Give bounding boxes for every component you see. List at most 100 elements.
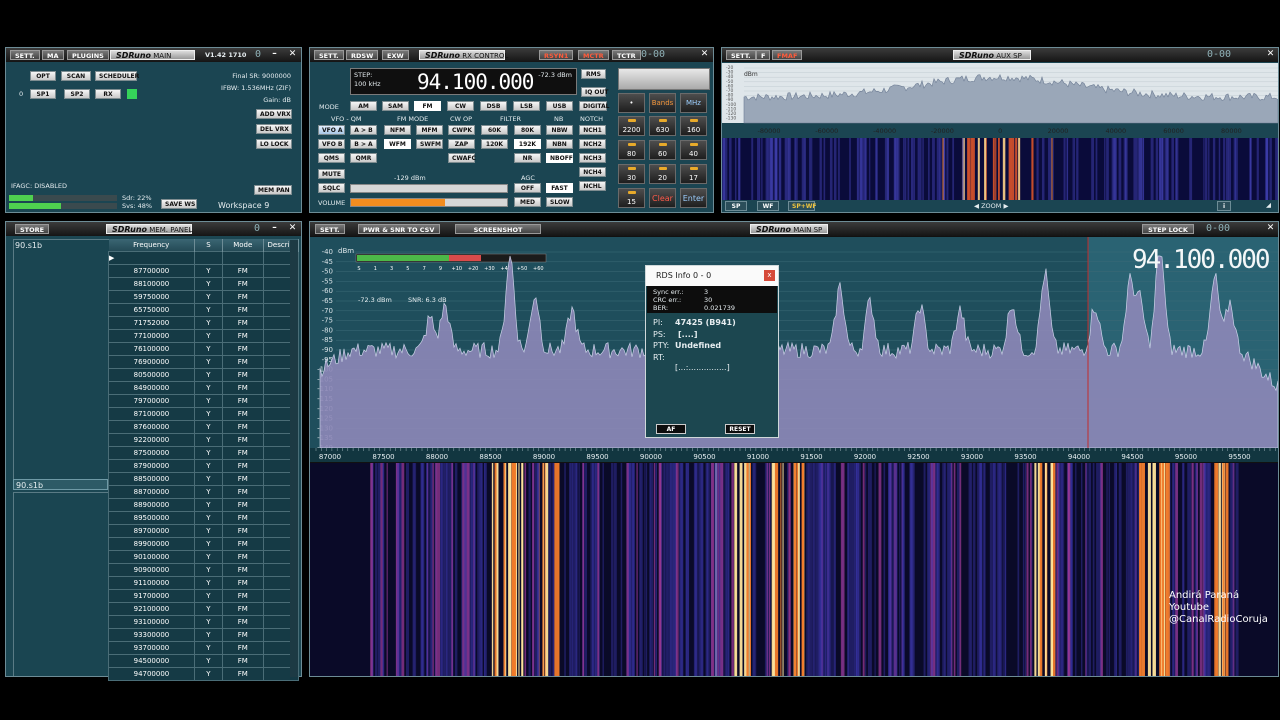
cell-s[interactable]: Y — [193, 303, 223, 317]
band-15-key[interactable]: 15 — [618, 188, 645, 208]
b-to-a-button[interactable]: B > A — [350, 139, 377, 149]
cell-s[interactable]: Y — [193, 537, 223, 551]
mute-button[interactable]: MUTE — [318, 169, 345, 179]
step-lock-button[interactable]: STEP LOCK — [1142, 224, 1194, 234]
table-row[interactable]: 79700000 Y FM — [108, 394, 300, 408]
cell-mode[interactable]: FM — [221, 641, 264, 655]
cell-s[interactable]: Y — [193, 498, 223, 512]
frequency-display[interactable]: STEP: 100 kHz 94.100.000 -72.3 dBm — [350, 68, 577, 95]
cell-mode[interactable]: FM — [221, 498, 264, 512]
plugins-button[interactable]: PLUGINS — [67, 50, 109, 60]
cell-frequency[interactable]: 93300000 — [108, 628, 195, 642]
cell-mode[interactable]: FM — [221, 264, 264, 278]
cell-s[interactable]: Y — [193, 381, 223, 395]
cell-mode[interactable]: FM — [221, 589, 264, 603]
cell-s[interactable]: Y — [193, 264, 223, 278]
mode-lsb-button[interactable]: LSB — [513, 101, 540, 111]
bank-list-item-selected[interactable]: 90.s1b — [13, 479, 108, 490]
mfm-button[interactable]: MFM — [416, 125, 443, 135]
cell-frequency[interactable]: 89900000 — [108, 537, 195, 551]
scan-button[interactable]: SCAN — [61, 71, 91, 81]
band-2200-key[interactable]: 2200 — [618, 116, 645, 136]
cell-mode[interactable]: FM — [221, 355, 264, 369]
band-160-key[interactable]: 160 — [680, 116, 707, 136]
scheduler-button[interactable]: SCHEDULER — [95, 71, 139, 81]
cell-s[interactable]: Y — [193, 342, 223, 356]
cell-s[interactable]: Y — [193, 407, 223, 421]
cell-mode[interactable]: FM — [221, 602, 264, 616]
table-row[interactable]: 87500000 Y FM — [108, 446, 300, 460]
cell-s[interactable]: Y — [193, 355, 223, 369]
table-row[interactable]: 65750000 Y FM — [108, 303, 300, 317]
mode-dsb-button[interactable]: DSB — [480, 101, 507, 111]
cell-frequency[interactable]: 94500000 — [108, 654, 195, 668]
cell-frequency[interactable]: 77100000 — [108, 329, 195, 343]
filter-60k-button[interactable]: 60K — [481, 125, 508, 135]
zap-button[interactable]: ZAP — [448, 139, 475, 149]
sett-button[interactable]: SETT. — [10, 50, 40, 60]
cell-mode[interactable]: FM — [221, 303, 264, 317]
cell-frequency[interactable]: 93100000 — [108, 615, 195, 629]
cell-s[interactable]: Y — [193, 277, 223, 291]
cell-s[interactable]: Y — [193, 329, 223, 343]
bank-list-item[interactable]: 90.s1b — [15, 241, 42, 250]
cell-s[interactable]: Y — [193, 641, 223, 655]
nboff-button[interactable]: NBOFF — [546, 153, 573, 163]
agc-fast-button[interactable]: FAST — [546, 183, 573, 193]
close-icon[interactable]: ✕ — [287, 223, 298, 234]
mode-sam-button[interactable]: SAM — [382, 101, 409, 111]
table-row[interactable]: 88500000 Y FM — [108, 472, 300, 486]
cell-mode[interactable]: FM — [221, 550, 264, 564]
wf-button[interactable]: WF — [757, 201, 779, 211]
table-row[interactable]: 84900000 Y FM — [108, 381, 300, 395]
cell-mode[interactable]: FM — [221, 381, 264, 395]
rms-button[interactable]: RMS — [581, 69, 606, 79]
cell-frequency[interactable]: 92100000 — [108, 602, 195, 616]
cell-mode[interactable]: FM — [221, 524, 264, 538]
table-row-cursor[interactable]: ▶ — [108, 251, 300, 265]
band-17-key[interactable]: 17 — [680, 164, 707, 184]
table-row[interactable]: 92200000 Y FM — [108, 433, 300, 447]
reset-button[interactable]: RESET — [725, 424, 755, 434]
cell-frequency[interactable]: 65750000 — [108, 303, 195, 317]
qms-button[interactable]: QMS — [318, 153, 345, 163]
memory-table[interactable]: Frequency S Mode Descrip ▶ 87700000 Y FM 881… — [108, 239, 300, 681]
iq-out-button[interactable]: IQ OUT — [581, 87, 609, 97]
cell-mode[interactable]: FM — [221, 667, 264, 681]
cell-frequency[interactable]: 91100000 — [108, 576, 195, 590]
table-row[interactable]: 77100000 Y FM — [108, 329, 300, 343]
aux-sett-button[interactable]: SETT. — [726, 50, 756, 60]
vfo-a-button[interactable]: VFO A — [318, 125, 345, 135]
cell-frequency[interactable]: 90100000 — [108, 550, 195, 564]
screenshot-button[interactable]: SCREENSHOT — [455, 224, 541, 234]
band-30-key[interactable]: 30 — [618, 164, 645, 184]
agc-slow-button[interactable]: SLOW — [546, 197, 573, 207]
cwpk-button[interactable]: CWPK — [448, 125, 475, 135]
cell-mode[interactable]: FM — [221, 537, 264, 551]
minimize-icon[interactable]: – — [269, 49, 280, 60]
table-row[interactable]: 89900000 Y FM — [108, 537, 300, 551]
cell-mode[interactable]: FM — [221, 459, 264, 473]
nch4-button[interactable]: NCH4 — [579, 167, 606, 177]
table-row[interactable]: 59750000 Y FM — [108, 290, 300, 304]
sp1-button[interactable]: SP1 — [30, 89, 56, 99]
band-630-key[interactable]: 630 — [649, 116, 676, 136]
cell-s[interactable]: Y — [193, 394, 223, 408]
rdsw-button[interactable]: RDSW — [346, 50, 379, 60]
table-row[interactable]: 90100000 Y FM — [108, 550, 300, 564]
del-vrx-button[interactable]: DEL VRX — [256, 124, 292, 134]
cwafc-button[interactable]: CWAFC — [448, 153, 476, 163]
cell-s[interactable]: Y — [193, 511, 223, 525]
table-row[interactable]: 93100000 Y FM — [108, 615, 300, 629]
filter-192k-button[interactable]: 192K — [514, 139, 541, 149]
cell-s[interactable]: Y — [193, 576, 223, 590]
zoom-right-icon[interactable]: ▶ — [1001, 202, 1008, 210]
cell-frequency[interactable]: 71752000 — [108, 316, 195, 330]
a-to-b-button[interactable]: A > B — [350, 125, 377, 135]
cell-frequency[interactable]: 94700000 — [108, 667, 195, 681]
bands-key[interactable]: Bands — [649, 93, 676, 113]
cell-frequency[interactable]: 80500000 — [108, 368, 195, 382]
af-button[interactable]: AF — [656, 424, 686, 434]
agc-off-button[interactable]: OFF — [514, 183, 541, 193]
cell-s[interactable]: Y — [193, 433, 223, 447]
